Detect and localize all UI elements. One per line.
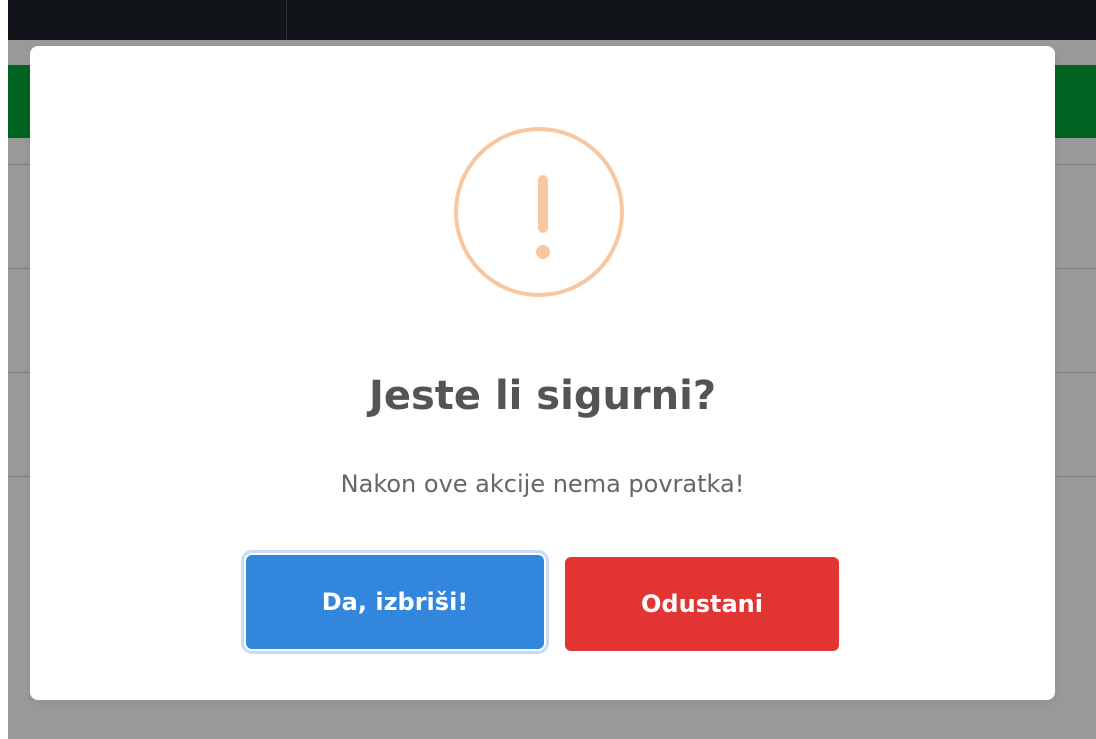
dialog-title: Jeste li sigurni? [368,373,717,419]
top-bar-divider [286,0,287,40]
left-page-edge [0,0,8,739]
exclamation-bar [538,175,548,233]
warning-icon [454,127,624,297]
screen: Jeste li sigurni? Nakon ove akcije nema … [0,0,1096,739]
top-navigation-bar [8,0,1096,40]
confirm-delete-button[interactable]: Da, izbriši! [241,550,549,654]
dialog-message: Nakon ove akcije nema povratka! [340,470,745,498]
exclamation-dot [536,245,550,259]
cancel-button[interactable]: Odustani [565,557,839,651]
confirmation-dialog: Jeste li sigurni? Nakon ove akcije nema … [30,46,1055,700]
